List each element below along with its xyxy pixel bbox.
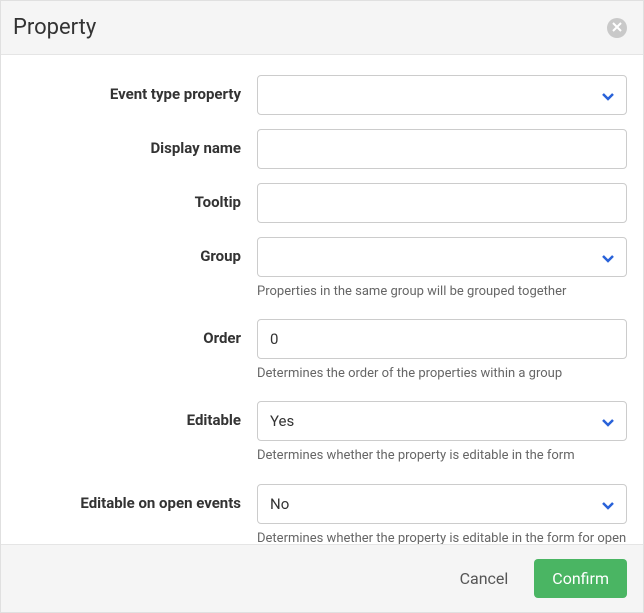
input-order[interactable]	[257, 319, 627, 359]
input-event-type-property[interactable]	[257, 75, 627, 115]
field-group: Group	[17, 237, 627, 277]
field-tooltip: Tooltip	[17, 183, 627, 223]
property-modal: Property Event type property Display nam…	[0, 0, 644, 613]
help-editable-open: Determines whether the property is edita…	[257, 530, 627, 544]
help-order: Determines the order of the properties w…	[257, 365, 627, 383]
label-group: Group	[17, 237, 257, 265]
select-editable-open[interactable]	[257, 484, 627, 524]
input-editable-open[interactable]	[257, 484, 627, 524]
field-order: Order	[17, 319, 627, 359]
input-group[interactable]	[257, 237, 627, 277]
modal-footer: Cancel Confirm	[1, 544, 643, 612]
help-group: Properties in the same group will be gro…	[257, 283, 627, 301]
modal-body: Event type property Display name Tooltip	[1, 55, 643, 544]
close-icon	[612, 20, 622, 35]
input-tooltip[interactable]	[257, 183, 627, 223]
label-event-type-property: Event type property	[17, 75, 257, 103]
cancel-button[interactable]: Cancel	[450, 561, 519, 596]
input-display-name[interactable]	[257, 129, 627, 169]
close-button[interactable]	[607, 18, 627, 38]
label-editable-open: Editable on open events	[17, 484, 257, 512]
label-editable: Editable	[17, 401, 257, 429]
field-event-type-property: Event type property	[17, 75, 627, 115]
label-order: Order	[17, 319, 257, 347]
select-editable[interactable]	[257, 401, 627, 441]
confirm-button[interactable]: Confirm	[534, 559, 627, 598]
field-editable: Editable	[17, 401, 627, 441]
label-tooltip: Tooltip	[17, 183, 257, 211]
select-group[interactable]	[257, 237, 627, 277]
input-editable[interactable]	[257, 401, 627, 441]
modal-title: Property	[13, 15, 96, 40]
label-display-name: Display name	[17, 129, 257, 157]
field-editable-open: Editable on open events	[17, 484, 627, 524]
field-display-name: Display name	[17, 129, 627, 169]
help-editable: Determines whether the property is edita…	[257, 447, 627, 465]
select-event-type-property[interactable]	[257, 75, 627, 115]
modal-header: Property	[1, 1, 643, 55]
